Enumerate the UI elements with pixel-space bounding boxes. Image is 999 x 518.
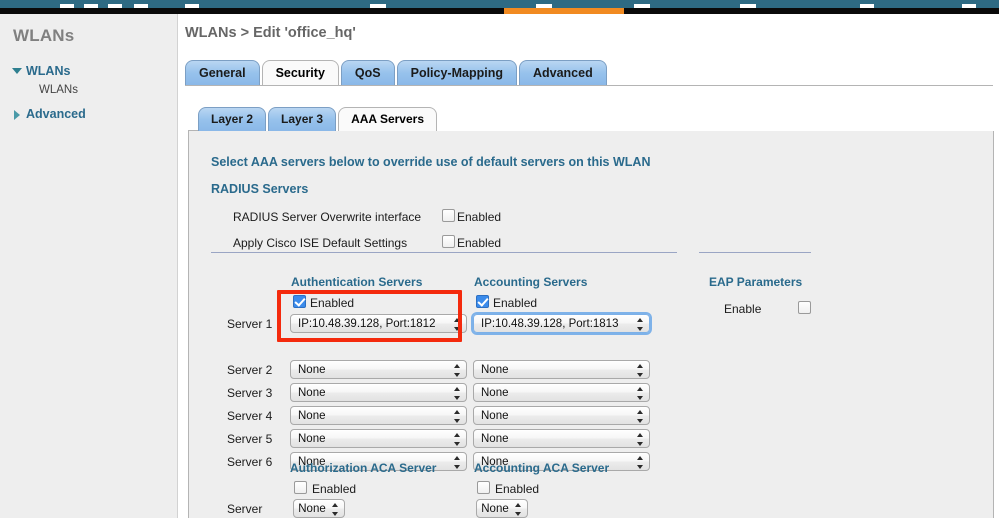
authorization-aca-server-header: Authorization ACA Server [290,461,437,475]
tab-layer-3[interactable]: Layer 3 [268,107,337,131]
server-2-authentication-select[interactable]: None [290,360,467,379]
stepper-arrows-icon [454,433,461,446]
tab-aaa-servers[interactable]: AAA Servers [338,107,437,131]
server-3-accounting-select[interactable]: None [473,383,650,402]
sub-tab-bar: Layer 2 Layer 3 AAA Servers [198,107,439,132]
tab-advanced[interactable]: Advanced [518,60,607,85]
radius-overwrite-interface-checkbox-label: Enabled [457,210,502,224]
primary-tab-bar: General Security QoS Policy-Mapping Adva… [185,60,609,86]
accounting-aca-enabled-checkbox[interactable] [477,481,490,494]
sidebar-nav: WLANs WLANs Advanced [8,62,173,124]
authorization-aca-enabled-label: Enabled [312,482,357,496]
stepper-arrows-icon [515,503,522,516]
authorization-aca-server-value: None [298,503,326,515]
server-row-label: Server 3 [227,386,273,400]
server-1-accounting-select[interactable]: IP:10.48.39.128, Port:1813 [473,314,650,333]
radius-overwrite-interface-checkbox[interactable] [442,209,455,222]
server-row-label: Server 5 [227,432,273,446]
divider-upper-right [699,252,811,253]
stepper-arrows-icon [454,410,461,423]
triangle-down-icon [12,68,22,74]
main-content: WLANs > Edit 'office_hq' General Securit… [179,14,999,518]
server-row-label: Server 6 [227,455,273,469]
stepper-arrows-icon [454,456,461,469]
aca-server-row-label: Server [227,502,263,516]
sidebar-item-advanced[interactable]: Advanced [8,105,173,124]
sidebar: WLANs WLANs WLANs Advanced [0,14,178,518]
server-row-label: Server 2 [227,363,273,377]
server-row-label: Server 1 [227,317,273,331]
server-4-accounting-select[interactable]: None [473,406,650,425]
authentication-enabled-checkbox[interactable] [293,295,306,308]
triangle-right-icon [14,110,20,120]
sidebar-title: WLANs [13,26,75,45]
sidebar-item-label: Advanced [26,107,86,121]
apply-cisco-ise-defaults-checkbox[interactable] [442,235,455,248]
server-2-accounting-value: None [481,364,509,376]
stepper-arrows-icon [637,318,644,331]
server-2-authentication-value: None [298,364,326,376]
server-4-accounting-value: None [481,410,509,422]
accounting-aca-server-value: None [481,503,509,515]
server-5-authentication-value: None [298,433,326,445]
accounting-enabled-label: Enabled [493,296,538,310]
server-2-accounting-select[interactable]: None [473,360,650,379]
server-3-authentication-select[interactable]: None [290,383,467,402]
server-5-accounting-value: None [481,433,509,445]
panel-lead-text: Select AAA servers below to override use… [211,155,651,169]
sidebar-item-label: WLANs [39,84,78,96]
stepper-arrows-icon [454,364,461,377]
accounting-aca-server-select[interactable]: None [476,499,528,518]
stepper-arrows-icon [454,387,461,400]
stepper-arrows-icon [637,364,644,377]
sidebar-item-wlans-child[interactable]: WLANs [8,81,173,100]
aaa-servers-panel: Select AAA servers below to override use… [188,131,994,518]
stepper-arrows-icon [454,318,461,331]
server-row-label: Server 4 [227,409,273,423]
server-4-authentication-select[interactable]: None [290,406,467,425]
server-1-authentication-select[interactable]: IP:10.48.39.128, Port:1812 [290,314,467,333]
accounting-enabled-checkbox[interactable] [476,295,489,308]
radius-servers-heading: RADIUS Servers [211,182,309,196]
tab-security[interactable]: Security [261,60,339,85]
accounting-aca-server-header: Accounting ACA Server [474,461,610,475]
server-1-authentication-value: IP:10.48.39.128, Port:1812 [298,318,436,330]
server-3-accounting-value: None [481,387,509,399]
divider-upper [211,252,677,253]
tab-general[interactable]: General [185,60,260,85]
apply-cisco-ise-defaults-label: Apply Cisco ISE Default Settings [233,236,408,250]
authentication-enabled-label: Enabled [310,296,355,310]
stepper-arrows-icon [637,456,644,469]
sidebar-item-wlans[interactable]: WLANs [8,62,173,81]
eap-enable-label: Enable [724,302,762,316]
primary-tab-underline [185,85,993,86]
wlc-aaa-servers-screen: WLANs WLANs WLANs Advanced WLANs > Edit … [0,0,999,518]
server-5-authentication-select[interactable]: None [290,429,467,448]
server-1-accounting-value: IP:10.48.39.128, Port:1813 [481,318,619,330]
authentication-servers-header: Authentication Servers [291,275,423,289]
tab-qos[interactable]: QoS [340,60,395,85]
sidebar-item-label: WLANs [26,64,71,78]
server-5-accounting-select[interactable]: None [473,429,650,448]
stepper-arrows-icon [332,503,339,516]
radius-overwrite-interface-label: RADIUS Server Overwrite interface [233,210,422,224]
stepper-arrows-icon [637,410,644,423]
server-3-authentication-value: None [298,387,326,399]
eap-enable-checkbox[interactable] [798,301,811,314]
accounting-servers-header: Accounting Servers [474,275,588,289]
top-navigation-bar [0,0,999,8]
stepper-arrows-icon [637,387,644,400]
apply-cisco-ise-defaults-checkbox-label: Enabled [457,236,502,250]
tab-policy-mapping[interactable]: Policy-Mapping [396,60,517,85]
stepper-arrows-icon [637,433,644,446]
authorization-aca-server-select[interactable]: None [293,499,345,518]
breadcrumb: WLANs > Edit 'office_hq' [185,25,356,41]
server-4-authentication-value: None [298,410,326,422]
accounting-aca-enabled-label: Enabled [495,482,540,496]
authorization-aca-enabled-checkbox[interactable] [294,481,307,494]
tab-layer-2[interactable]: Layer 2 [198,107,267,131]
eap-parameters-header: EAP Parameters [709,275,803,289]
